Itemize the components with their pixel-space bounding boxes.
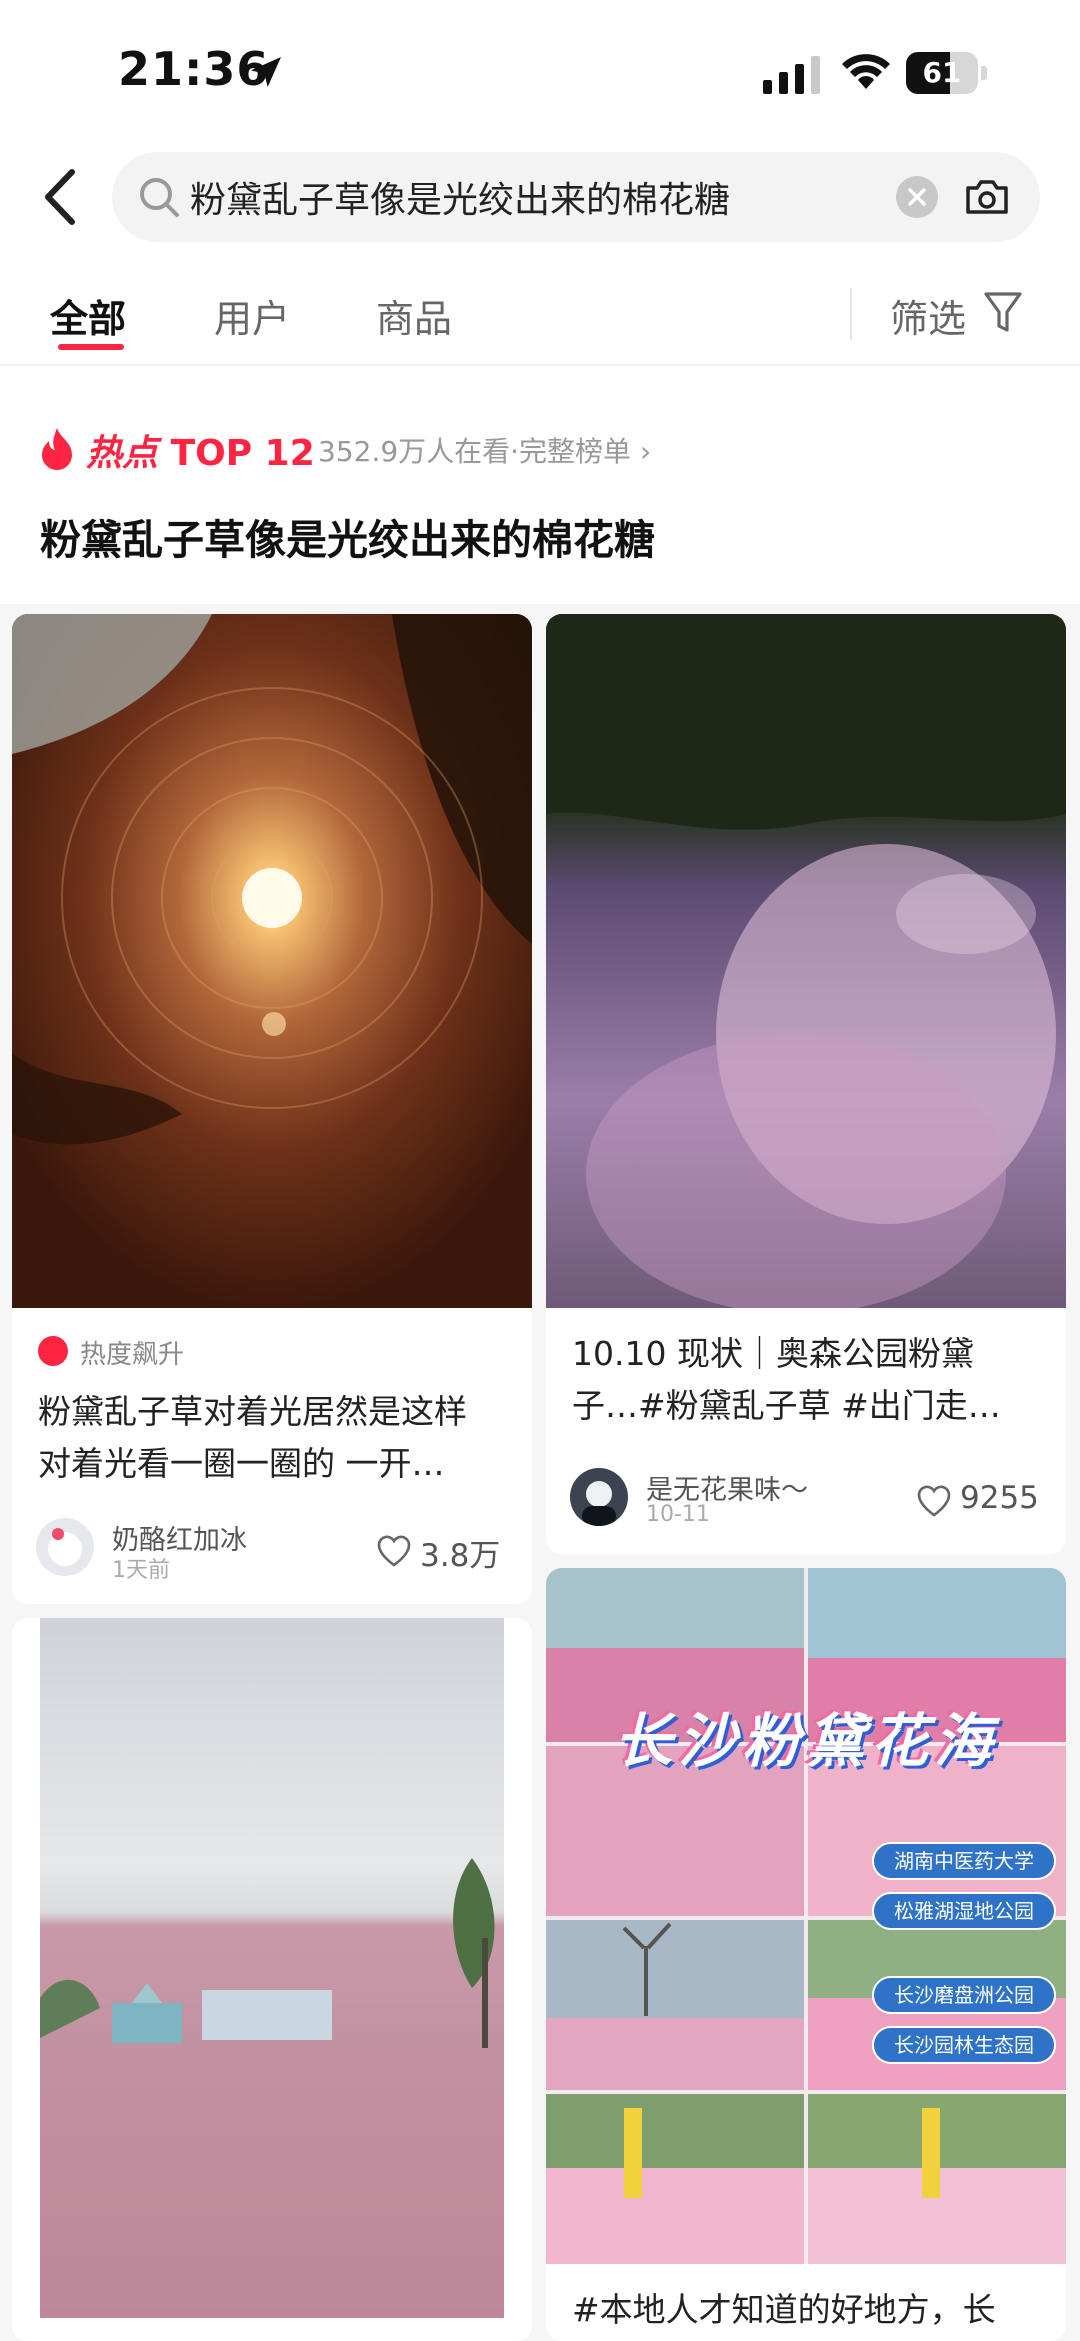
filter-label: 筛选 (890, 297, 967, 341)
post-date: 10-11 (646, 1502, 710, 1527)
note-title: 粉黛乱子草对着光居然是这样 对着光看一圈一圈的 一开… (38, 1386, 510, 1490)
note-title-line: 对着光看一圈一圈的 一开… (38, 1444, 445, 1483)
collage-tag: 长沙磨盘洲公园 (872, 1976, 1056, 2014)
like-count: 3.8万 (420, 1538, 501, 1574)
note-card[interactable] (12, 1618, 532, 2341)
trending-badge-label: 热度飙升 (80, 1340, 185, 1370)
hot-topic-rank: 热点 TOP 12 (86, 424, 315, 476)
note-cover-image (546, 614, 1066, 1308)
cellular-signal-icon (763, 56, 820, 94)
wifi-icon (842, 54, 890, 89)
hot-topic-title: 粉黛乱子草像是光绞出来的棉花糖 (40, 516, 655, 564)
author-avatar[interactable] (570, 1468, 628, 1526)
hot-label: 热点 (86, 433, 159, 474)
flame-badge-icon (38, 1336, 68, 1366)
active-tab-indicator (58, 344, 124, 350)
battery-level: 61 (922, 56, 962, 89)
hot-rank: TOP 12 (170, 433, 315, 474)
tab-products[interactable]: 商品 (376, 288, 452, 343)
funnel-icon (984, 292, 1022, 332)
hot-topic-banner[interactable]: 热点 TOP 12 352.9万人在看·完整榜单 › 粉黛乱子草像是光绞出来的棉… (0, 366, 1080, 604)
status-bar: 21:36 61 (0, 0, 1080, 140)
note-cover-image (12, 1618, 532, 2341)
camera-icon[interactable] (962, 172, 1012, 222)
tab-divider (850, 288, 852, 340)
note-title-line: 粉黛乱子草对着光居然是这样 (38, 1392, 467, 1431)
back-icon[interactable] (36, 166, 88, 228)
like-count: 9255 (960, 1480, 1039, 1516)
collage-tags: 湖南中医药大学 松雅湖湿地公园 长沙磨盘洲公园 长沙园林生态园 (872, 1842, 1056, 2064)
note-info: 热度飙升 粉黛乱子草对着光居然是这样 对着光看一圈一圈的 一开… 奶酪红加冰 1… (12, 1308, 532, 1604)
battery-icon: 61 (906, 52, 987, 94)
note-card[interactable]: 10.10 现状｜奥森公园粉黛 子…#粉黛乱子草 #出门走… 是无花果味～ 10… (546, 614, 1066, 1554)
post-date: 1天前 (112, 1558, 170, 1583)
heart-icon (377, 1535, 411, 1567)
hot-topic-viewers-link[interactable]: 352.9万人在看·完整榜单 › (318, 430, 651, 470)
tab-users[interactable]: 用户 (214, 288, 290, 343)
like-button[interactable]: 3.8万 (376, 1530, 506, 1574)
note-title: 10.10 现状｜奥森公园粉黛 子…#粉黛乱子草 #出门走… (572, 1328, 1044, 1432)
note-card[interactable]: 热度飙升 粉黛乱子草对着光居然是这样 对着光看一圈一圈的 一开… 奶酪红加冰 1… (12, 614, 532, 1604)
heart-icon (917, 1485, 951, 1517)
note-title-line: #本地人才知道的好地方，长 (572, 2290, 996, 2329)
note-title-line: 10.10 现状｜奥森公园粉黛 (572, 1334, 974, 1373)
collage-title: 长沙粉黛花海 (613, 1707, 998, 1775)
collage-tag: 长沙园林生态园 (872, 2026, 1056, 2064)
note-title: #本地人才知道的好地方，长 (572, 2284, 1044, 2336)
fire-icon (42, 428, 72, 470)
clear-search-icon[interactable] (896, 176, 938, 218)
author-avatar[interactable] (36, 1518, 94, 1576)
location-arrow-icon (251, 57, 281, 87)
collage-tag: 松雅湖湿地公园 (872, 1892, 1056, 1930)
note-title-line: 子…#粉黛乱子草 #出门走… (572, 1386, 1001, 1425)
result-tabs: 全部 用户 商品 筛选 (0, 262, 1080, 366)
note-cover-image (12, 614, 532, 1308)
note-info: 10.10 现状｜奥森公园粉黛 子…#粉黛乱子草 #出门走… 是无花果味～ 10… (546, 1308, 1066, 1554)
search-icon (140, 178, 179, 217)
note-card[interactable]: 长沙粉黛花海 湖南中医药大学 松雅湖湿地公园 长沙磨盘洲公园 长沙园林生态园 #… (546, 1568, 1066, 2341)
collage-tag: 湖南中医药大学 (872, 1842, 1056, 1880)
search-bar[interactable] (112, 152, 1040, 242)
search-input[interactable] (190, 164, 990, 230)
like-button[interactable]: 9255 (916, 1480, 1040, 1520)
tab-all[interactable]: 全部 (50, 288, 126, 343)
